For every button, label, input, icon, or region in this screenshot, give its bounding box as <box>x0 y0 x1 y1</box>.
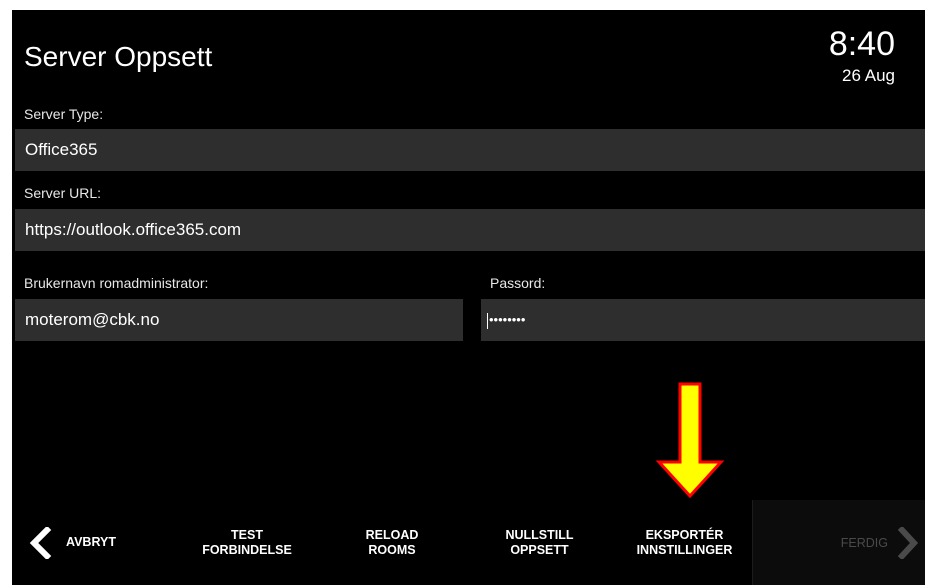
username-label: Brukernavn romadministrator: <box>24 275 209 291</box>
done-button[interactable]: FERDIG <box>752 500 925 585</box>
text-cursor <box>487 312 488 329</box>
password-label: Passord: <box>490 275 546 291</box>
reset-setup-button[interactable]: NULLSTILL OPPSETT <box>487 500 592 585</box>
password-field[interactable]: •••••••• <box>481 299 925 341</box>
password-value: •••••••• <box>489 312 526 327</box>
test-connection-button[interactable]: TEST FORBINDELSE <box>192 500 302 585</box>
clock-date: 26 Aug <box>842 66 895 85</box>
arrow-shape <box>655 382 725 499</box>
clock-time: 8:40 <box>828 25 895 63</box>
cancel-button[interactable]: AVBRYT <box>17 500 127 585</box>
chevron-left-icon <box>29 526 52 559</box>
cancel-label: AVBRYT <box>66 535 116 549</box>
server-type-label: Server Type: <box>24 106 104 122</box>
done-label: FERDIG <box>840 535 888 550</box>
done-button-content: FERDIG <box>753 500 925 585</box>
button-bar: AVBRYT TEST FORBINDELSE RELOAD ROOMS NUL… <box>12 500 925 585</box>
page-title: Server Oppsett <box>24 41 213 72</box>
down-arrow-annotation-icon <box>655 382 725 499</box>
screen: Server Oppsett 8:40 26 Aug Server Type: … <box>12 10 925 585</box>
chevron-right-icon <box>898 526 918 559</box>
export-settings-button[interactable]: EKSPORTÉR INNSTILLINGER <box>622 500 747 585</box>
server-url-field[interactable]: https://outlook.office365.com <box>15 209 925 251</box>
server-url-label: Server URL: <box>24 185 102 201</box>
server-type-field[interactable]: Office365 <box>15 129 925 171</box>
reload-rooms-button[interactable]: RELOAD ROOMS <box>347 500 437 585</box>
username-field[interactable]: moterom@cbk.no <box>15 299 463 341</box>
